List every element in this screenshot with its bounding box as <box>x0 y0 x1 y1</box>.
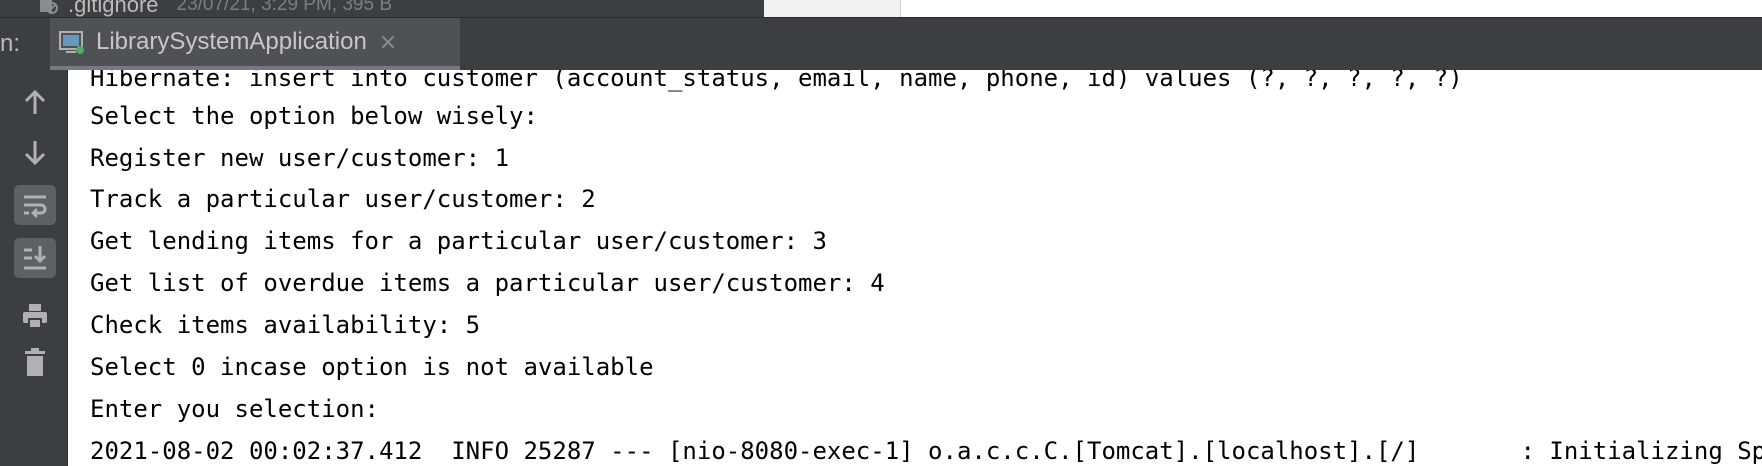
ide-run-window: .gitignore 23/07/21, 3:29 PM, 395 B n: L… <box>0 0 1762 466</box>
console-line: Hibernate: insert into customer (account… <box>90 70 1463 92</box>
project-file-row[interactable]: .gitignore 23/07/21, 3:29 PM, 395 B <box>0 0 1762 17</box>
run-tab-bar: n: LibrarySystemApplication × <box>0 17 1762 70</box>
scroll-to-end-button[interactable] <box>14 238 56 278</box>
application-icon <box>58 29 86 55</box>
clear-button[interactable] <box>14 342 56 382</box>
down-button[interactable] <box>14 133 56 173</box>
file-entry[interactable]: .gitignore 23/07/21, 3:29 PM, 395 B <box>38 0 393 17</box>
scroll-to-end-icon <box>24 246 47 270</box>
console-line: Select 0 incase option is not available <box>90 353 654 381</box>
editor-area-strip <box>900 0 1762 17</box>
ignored-file-icon <box>38 0 60 14</box>
console-line: Enter you selection: <box>90 395 379 423</box>
console-line: Get lending items for a particular user/… <box>90 227 827 255</box>
console-line: Get list of overdue items a particular u… <box>90 269 885 297</box>
up-button[interactable] <box>14 82 56 122</box>
tab-label: LibrarySystemApplication <box>96 28 367 55</box>
arrow-down-icon <box>24 141 46 166</box>
file-meta: 23/07/21, 3:29 PM, 395 B <box>176 0 393 15</box>
console-line: Check items availability: 5 <box>90 311 481 339</box>
run-window-label: n: <box>0 30 21 57</box>
print-icon <box>23 304 47 329</box>
console-line: Track a particular user/customer: 2 <box>90 185 596 213</box>
soft-wrap-button[interactable] <box>14 185 56 225</box>
print-button[interactable] <box>14 296 56 336</box>
console-toolbar <box>0 70 68 466</box>
console-line: 2021-08-02 00:02:37.412 INFO 25287 --- [… <box>90 437 1762 465</box>
soft-wrap-icon <box>24 195 47 218</box>
arrow-up-icon <box>24 89 46 114</box>
console-output[interactable]: Hibernate: insert into customer (account… <box>68 70 1762 466</box>
close-icon[interactable]: × <box>379 30 397 55</box>
editor-gutter-strip <box>764 0 900 17</box>
tab-library-system-application[interactable]: LibrarySystemApplication × <box>50 18 460 70</box>
trash-icon <box>25 348 45 376</box>
console-line: Select the option below wisely: <box>90 102 538 130</box>
console-line: Register new user/customer: 1 <box>90 144 510 172</box>
file-name: .gitignore <box>68 0 159 17</box>
